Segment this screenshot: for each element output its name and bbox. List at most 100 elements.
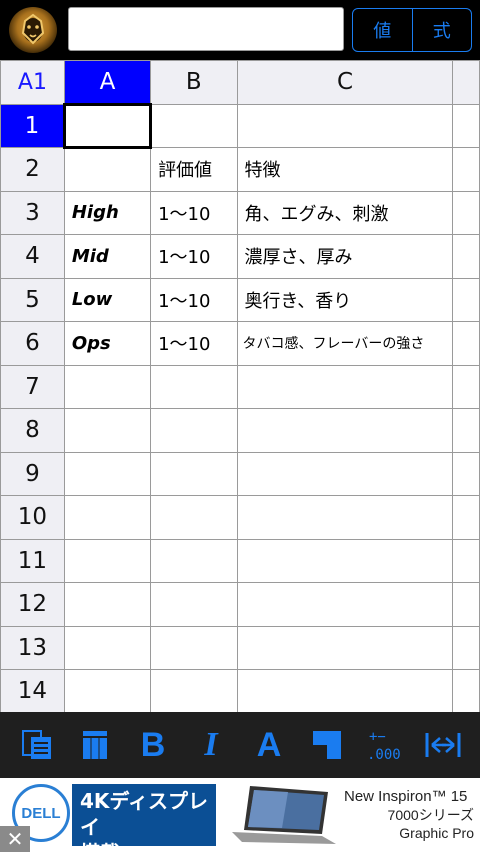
cell-d[interactable] <box>452 277 480 322</box>
cell-d[interactable] <box>452 190 480 235</box>
text-color-icon[interactable]: A <box>249 725 289 765</box>
italic-icon[interactable]: I <box>191 725 231 765</box>
cell-d[interactable] <box>452 408 480 453</box>
row-header[interactable]: 2 <box>0 147 65 192</box>
cell-d[interactable] <box>452 451 480 496</box>
cell-d[interactable] <box>452 147 480 192</box>
spreadsheet-grid[interactable]: A1 A B C 1 2 評価値 特徴 3 High 1〜10 角、エグみ、刺激 4 Mid 1〜1… <box>0 60 480 712</box>
cell-b[interactable] <box>150 538 238 583</box>
mode-value-button[interactable]: 値 <box>353 9 412 51</box>
cell-c[interactable]: タバコ感、フレーバーの強さ <box>236 321 454 366</box>
cell-a[interactable] <box>62 102 153 149</box>
cell-d[interactable] <box>452 582 480 627</box>
cell-c[interactable] <box>236 538 454 583</box>
cell-d[interactable] <box>452 495 480 540</box>
cell-d[interactable] <box>452 234 480 279</box>
ad-close-button[interactable]: ✕ <box>0 826 30 852</box>
column-header-c[interactable]: C <box>236 60 454 105</box>
cell-b[interactable] <box>150 582 238 627</box>
row-header[interactable]: 7 <box>0 364 65 409</box>
row-header[interactable]: 12 <box>0 582 65 627</box>
cell-b[interactable] <box>150 364 238 409</box>
cell-c[interactable] <box>236 495 454 540</box>
fit-width-icon[interactable] <box>423 725 463 765</box>
column-header-a[interactable]: A <box>63 60 152 105</box>
cell-c[interactable]: 特徴 <box>236 147 454 192</box>
decimal-icon[interactable]: +− .000 <box>365 725 405 765</box>
row-header[interactable]: 6 <box>0 321 65 366</box>
mode-formula-button[interactable]: 式 <box>411 9 472 51</box>
fill-color-icon[interactable] <box>307 725 347 765</box>
cell-b[interactable] <box>150 103 238 148</box>
cell-d[interactable] <box>452 625 480 670</box>
cell-b[interactable] <box>150 625 238 670</box>
cell-c[interactable]: 濃厚さ、厚み <box>236 234 454 279</box>
svg-text:.000: .000 <box>367 747 401 763</box>
cell-c[interactable] <box>236 625 454 670</box>
cell-c[interactable]: 奥行き、香り <box>236 277 454 322</box>
cell-a[interactable] <box>63 669 152 712</box>
table-row: 11 <box>0 538 480 583</box>
cell-b[interactable]: 1〜10 <box>150 190 238 235</box>
sheet-list-icon[interactable] <box>17 725 57 765</box>
cell-b[interactable] <box>150 669 238 712</box>
row-header[interactable]: 14 <box>0 669 65 712</box>
cell-d[interactable] <box>452 103 480 148</box>
cell-a[interactable] <box>63 495 152 540</box>
cell-a[interactable] <box>63 147 152 192</box>
cell-a[interactable] <box>63 408 152 453</box>
row-header[interactable]: 1 <box>0 103 65 148</box>
row-header[interactable]: 13 <box>0 625 65 670</box>
row-header[interactable]: 9 <box>0 451 65 496</box>
ad-banner[interactable]: DELL 4Kディスプレイ 搭載 New Inspiron™ 15 7000シリ… <box>0 778 480 852</box>
cell-c[interactable] <box>236 408 454 453</box>
cell-b[interactable]: 1〜10 <box>150 234 238 279</box>
table-row: 7 <box>0 364 480 409</box>
ad-headline-1: 4Kディスプレイ <box>80 789 209 839</box>
row-header[interactable]: 5 <box>0 277 65 322</box>
cell-b[interactable]: 1〜10 <box>150 321 238 366</box>
cell-a[interactable]: Mid <box>63 234 152 279</box>
cell-c[interactable] <box>236 582 454 627</box>
column-icon[interactable] <box>75 725 115 765</box>
row-header[interactable]: 11 <box>0 538 65 583</box>
table-row: 14 <box>0 669 480 712</box>
column-header-d[interactable] <box>452 60 480 105</box>
cell-a[interactable]: Ops <box>63 321 152 366</box>
cell-b[interactable] <box>150 495 238 540</box>
row-header[interactable]: 4 <box>0 234 65 279</box>
formula-input[interactable] <box>68 7 344 51</box>
cell-d[interactable] <box>452 669 480 712</box>
column-header-b[interactable]: B <box>150 60 238 105</box>
cell-b[interactable]: 1〜10 <box>150 277 238 322</box>
cell-c[interactable] <box>236 364 454 409</box>
cell-d[interactable] <box>452 321 480 366</box>
app-logo-icon[interactable] <box>9 7 57 53</box>
cell-a[interactable] <box>63 625 152 670</box>
bold-icon[interactable]: B <box>133 725 173 765</box>
ad-product-2: 7000シリーズ <box>387 807 474 823</box>
cell-a[interactable] <box>63 451 152 496</box>
cell-b[interactable] <box>150 408 238 453</box>
cell-a[interactable] <box>63 364 152 409</box>
svg-text:+−: +− <box>369 729 386 745</box>
row-header[interactable]: 10 <box>0 495 65 540</box>
cell-a[interactable]: Low <box>63 277 152 322</box>
cell-c[interactable]: 角、エグみ、刺激 <box>236 190 454 235</box>
cell-c[interactable] <box>236 103 454 148</box>
cell-a[interactable] <box>63 538 152 583</box>
cell-reference-label: A1 <box>0 60 65 105</box>
cell-b[interactable]: 評価値 <box>150 147 238 192</box>
cell-d[interactable] <box>452 364 480 409</box>
row-header[interactable]: 8 <box>0 408 65 453</box>
input-mode-segmented-control[interactable]: 値 式 <box>352 8 472 52</box>
cell-c[interactable] <box>236 669 454 712</box>
top-bar: 値 式 <box>0 0 480 60</box>
cell-a[interactable]: High <box>63 190 152 235</box>
table-row: 1 <box>0 102 480 149</box>
cell-a[interactable] <box>63 582 152 627</box>
cell-d[interactable] <box>452 538 480 583</box>
cell-b[interactable] <box>150 451 238 496</box>
cell-c[interactable] <box>236 451 454 496</box>
row-header[interactable]: 3 <box>0 190 65 235</box>
